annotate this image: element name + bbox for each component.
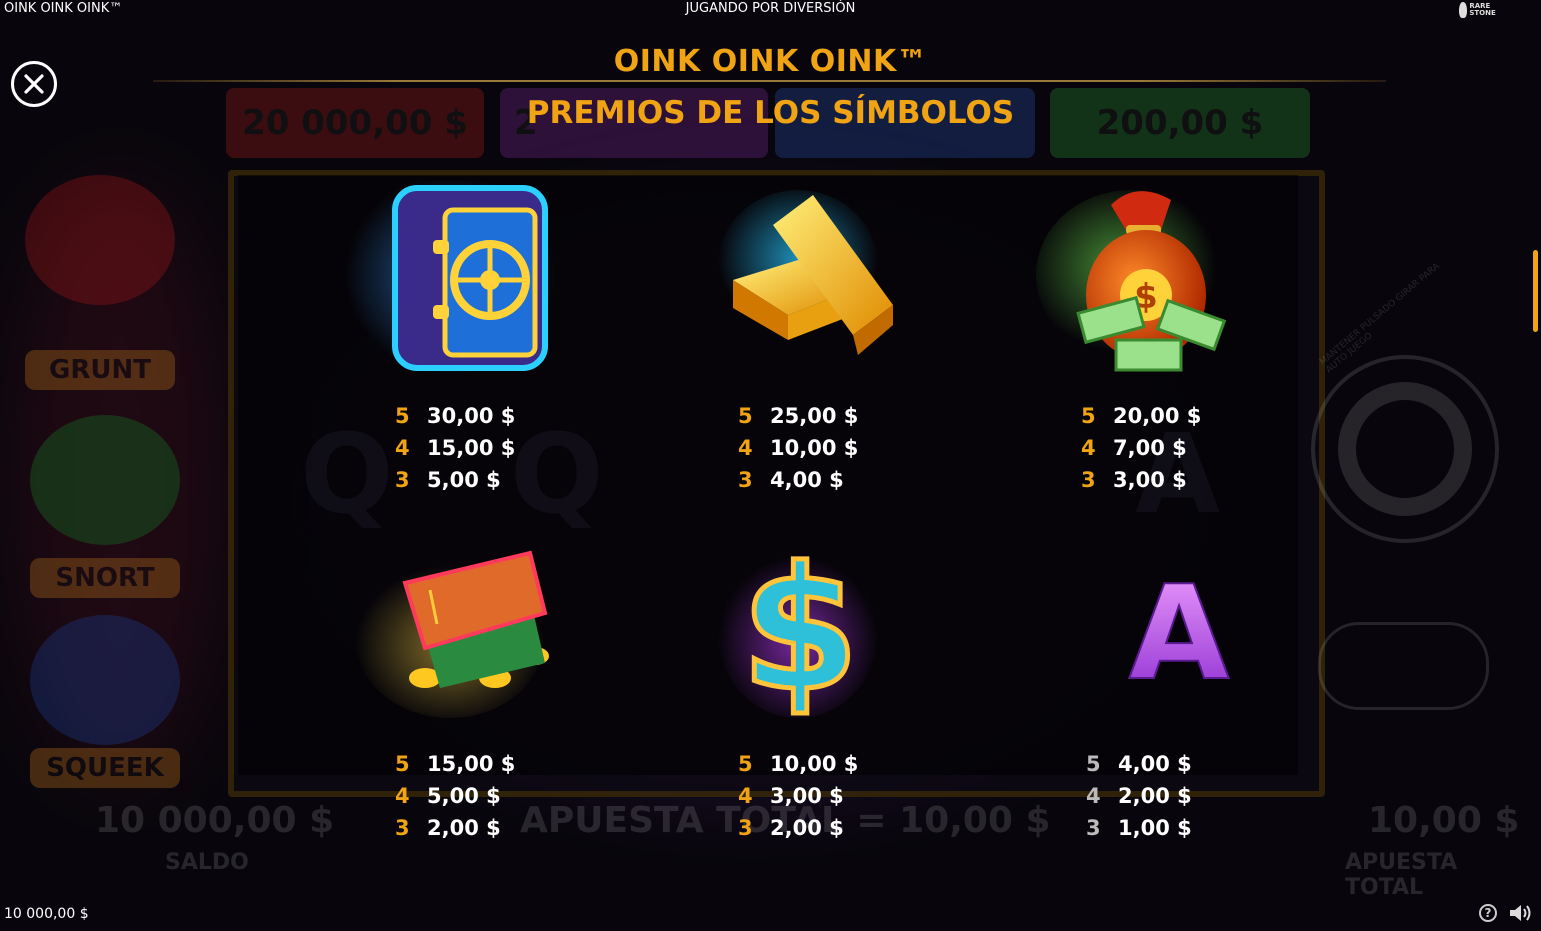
pay-row: 3 2,00 $ bbox=[395, 812, 595, 844]
pay-value: 1,00 $ bbox=[1118, 816, 1192, 840]
pay-count: 5 bbox=[395, 404, 410, 428]
pay-value: 15,00 $ bbox=[427, 752, 516, 776]
pay-value: 5,00 $ bbox=[427, 784, 501, 808]
pig-grunt-label: GRUNT bbox=[25, 350, 175, 390]
pay-row: 4 15,00 $ bbox=[395, 432, 595, 464]
letter-a-icon: A bbox=[1128, 556, 1231, 710]
pay-row: 4 10,00 $ bbox=[738, 432, 938, 464]
pay-value: 2,00 $ bbox=[770, 816, 844, 840]
pay-value: 2,00 $ bbox=[427, 816, 501, 840]
paytable-title: OINK OINK OINK™ bbox=[613, 44, 928, 79]
header-divider bbox=[153, 80, 1386, 82]
pay-row: 3 3,00 $ bbox=[1081, 464, 1281, 496]
flame-icon bbox=[1459, 2, 1468, 18]
gold-bars-icon bbox=[718, 190, 893, 355]
pay-count: 3 bbox=[738, 468, 753, 492]
pay-count: 3 bbox=[395, 816, 410, 840]
footer-balance: 10 000,00 $ bbox=[4, 906, 89, 922]
pay-list: 5 10,00 $ 4 3,00 $ 3 2,00 $ bbox=[738, 748, 938, 844]
pay-count: 4 bbox=[738, 784, 753, 808]
pay-list: 5 15,00 $ 4 5,00 $ 3 2,00 $ bbox=[395, 748, 595, 844]
section-title: PREMIOS DE LOS SÍMBOLOS bbox=[526, 95, 1015, 131]
pay-row: 4 2,00 $ bbox=[1086, 780, 1286, 812]
bg-balance-value: 10 000,00 $ bbox=[95, 800, 335, 841]
brand-logo: RARE STONE bbox=[1459, 0, 1511, 20]
pay-value: 5,00 $ bbox=[427, 468, 501, 492]
pay-value: 3,00 $ bbox=[1113, 468, 1187, 492]
pay-row: 3 2,00 $ bbox=[738, 812, 938, 844]
pay-row: 3 1,00 $ bbox=[1086, 812, 1286, 844]
pay-row: 5 25,00 $ bbox=[738, 400, 938, 432]
pay-value: 7,00 $ bbox=[1113, 436, 1187, 460]
pay-count: 4 bbox=[738, 436, 753, 460]
svg-text:$: $ bbox=[741, 531, 859, 728]
pay-row: 3 4,00 $ bbox=[738, 464, 938, 496]
pay-count: 3 bbox=[738, 816, 753, 840]
pig-squeek-label: SQUEEK bbox=[30, 748, 180, 788]
bg-bet-button bbox=[1318, 622, 1489, 710]
pay-value: 4,00 $ bbox=[770, 468, 844, 492]
pay-value: 30,00 $ bbox=[427, 404, 516, 428]
pay-count: 3 bbox=[1086, 816, 1101, 840]
pay-count: 4 bbox=[395, 784, 410, 808]
bg-balance-label: SALDO bbox=[165, 850, 249, 875]
bg-bet-value: 10,00 $ bbox=[1368, 800, 1520, 841]
help-icon[interactable]: ? bbox=[1479, 904, 1497, 922]
pay-value: 25,00 $ bbox=[770, 404, 859, 428]
vault-icon bbox=[345, 180, 555, 375]
pay-value: 4,00 $ bbox=[1118, 752, 1192, 776]
play-mode-label: JUGANDO POR DIVERSIÓN bbox=[685, 1, 856, 16]
pay-row: 5 15,00 $ bbox=[395, 748, 595, 780]
wallet-icon bbox=[355, 550, 549, 718]
pay-row: 4 7,00 $ bbox=[1081, 432, 1281, 464]
svg-text:A: A bbox=[1129, 557, 1230, 709]
pay-row: 3 5,00 $ bbox=[395, 464, 595, 496]
pig-grunt bbox=[25, 175, 175, 305]
scrollbar-thumb[interactable] bbox=[1533, 250, 1538, 332]
pay-value: 2,00 $ bbox=[1118, 784, 1192, 808]
pay-row: 4 5,00 $ bbox=[395, 780, 595, 812]
pig-snort-label: SNORT bbox=[30, 558, 180, 598]
pay-list: 5 4,00 $ 4 2,00 $ 3 1,00 $ bbox=[1086, 748, 1286, 844]
money-bag-icon: $ bbox=[1036, 190, 1227, 372]
pay-count: 4 bbox=[1086, 784, 1101, 808]
pay-list: 5 25,00 $ 4 10,00 $ 3 4,00 $ bbox=[738, 400, 938, 496]
pay-row: 5 4,00 $ bbox=[1086, 748, 1286, 780]
pay-row: 5 20,00 $ bbox=[1081, 400, 1281, 432]
pay-value: 15,00 $ bbox=[427, 436, 516, 460]
pay-value: 20,00 $ bbox=[1113, 404, 1202, 428]
pay-count: 4 bbox=[1081, 436, 1096, 460]
pay-value: 10,00 $ bbox=[770, 752, 859, 776]
pay-count: 5 bbox=[1086, 752, 1101, 776]
pay-row: 5 30,00 $ bbox=[395, 400, 595, 432]
pay-count: 5 bbox=[738, 404, 753, 428]
pig-squeek bbox=[30, 615, 180, 745]
pay-value: 3,00 $ bbox=[770, 784, 844, 808]
pay-count: 3 bbox=[395, 468, 410, 492]
pay-value: 10,00 $ bbox=[770, 436, 859, 460]
pay-row: 4 3,00 $ bbox=[738, 780, 938, 812]
bg-bet-label: APUESTA TOTAL bbox=[1345, 850, 1458, 900]
bg-spin-button bbox=[1311, 355, 1499, 543]
sound-icon[interactable] bbox=[1508, 903, 1534, 923]
pay-count: 5 bbox=[738, 752, 753, 776]
pay-count: 3 bbox=[1081, 468, 1096, 492]
pay-list: 5 30,00 $ 4 15,00 $ 3 5,00 $ bbox=[395, 400, 595, 496]
brand-logo-text: RARE STONE bbox=[1469, 2, 1496, 17]
pay-list: 5 20,00 $ 4 7,00 $ 3 3,00 $ bbox=[1081, 400, 1281, 496]
dollar-sign-icon: $ bbox=[718, 529, 878, 728]
top-bar: OINK OINK OINK™ JUGANDO POR DIVERSIÓN RA… bbox=[0, 0, 1541, 20]
pay-count: 4 bbox=[395, 436, 410, 460]
pay-count: 5 bbox=[395, 752, 410, 776]
pay-row: 5 10,00 $ bbox=[738, 748, 938, 780]
pig-snort bbox=[30, 415, 180, 545]
pay-count: 5 bbox=[1081, 404, 1096, 428]
